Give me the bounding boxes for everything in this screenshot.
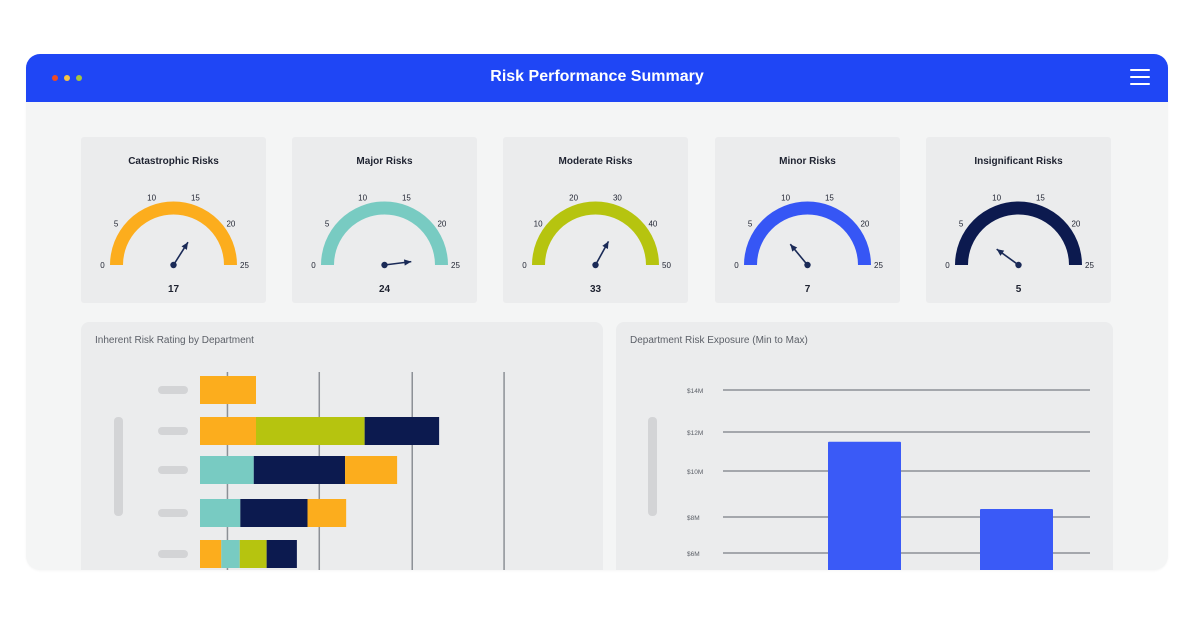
gauge-tick-label: 10	[534, 219, 543, 228]
row-label-placeholder	[158, 386, 188, 394]
title-bar: Risk Performance Summary	[26, 54, 1168, 102]
gauge-pivot	[1015, 261, 1022, 269]
gauge-value: 5	[1016, 284, 1022, 295]
bar-segment	[253, 456, 346, 484]
y-tick-label: $12M	[687, 430, 703, 437]
bar-segment	[364, 417, 440, 445]
y-tick-label: $8M	[687, 515, 700, 522]
gauge-tick-label: 10	[358, 194, 367, 203]
gauge-tick-label: 25	[1085, 261, 1094, 270]
y-tick-label: $10M	[687, 469, 703, 476]
gauge-tick-label: 15	[402, 194, 411, 203]
gauge-arc	[744, 201, 871, 266]
gauge-tick-label: 20	[437, 219, 446, 228]
gauge-tick-label: 30	[613, 194, 622, 203]
gauge-insignificant: 0 5 10 15 20 25 5	[945, 194, 1094, 296]
gauge-value: 17	[168, 284, 180, 295]
exposure-panel: Department Risk Exposure (Min to Max) $1…	[616, 322, 1113, 570]
bar-segment	[266, 540, 297, 568]
gauge-card-minor: Minor Risks 0 5 10 15 20 25 7	[715, 137, 900, 303]
gauge-tick-label: 5	[959, 219, 964, 228]
gauge-tick-label: 50	[662, 261, 671, 270]
hamburger-icon[interactable]	[1130, 69, 1150, 85]
gauge-arc	[955, 201, 1082, 266]
gauge-major: 0 5 10 15 20 25 24	[311, 194, 460, 296]
gauge-minor: 0 5 10 15 20 25 7	[734, 194, 883, 296]
gauge-tick-label: 20	[1071, 219, 1080, 228]
gauge-tick-label: 5	[114, 219, 119, 228]
gauge-value: 7	[805, 284, 811, 295]
exposure-bar	[980, 508, 1053, 570]
bar-segment	[200, 540, 222, 568]
gauge-tick-label: 20	[569, 194, 578, 203]
exposure-bar	[828, 441, 901, 570]
gauge-tick-label: 0	[100, 261, 105, 270]
gauge-pivot	[592, 261, 599, 269]
exposure-chart: $14M $12M $10M $8M $6M	[648, 388, 1090, 570]
gauge-tick-label: 10	[147, 194, 156, 203]
bar-segment	[307, 499, 347, 527]
bar-segment	[345, 456, 398, 484]
gauge-arc	[321, 201, 448, 266]
scrollbar-placeholder	[648, 417, 657, 516]
gauge-tick-label: 15	[1036, 194, 1045, 203]
bar-segment	[256, 417, 365, 445]
gauge-tick-label: 10	[781, 194, 790, 203]
row-label-placeholder	[158, 550, 188, 558]
gauge-needle-head	[996, 249, 1005, 256]
gauge-tick-label: 25	[451, 261, 460, 270]
bar-segment	[200, 499, 241, 527]
y-tick-label: $14M	[687, 388, 703, 395]
gauge-pivot	[381, 261, 388, 269]
gauge-tick-label: 20	[226, 219, 235, 228]
gauge-arc	[110, 201, 237, 266]
bar-segment	[200, 456, 254, 484]
gauge-pivot	[170, 261, 177, 269]
bar-segment	[221, 540, 240, 568]
inherent-risk-panel: Inherent Risk Rating by Department	[81, 322, 603, 570]
bar-segment	[240, 499, 308, 527]
gauge-tick-label: 5	[748, 219, 753, 228]
gauge-tick-label: 15	[825, 194, 834, 203]
gauge-card-moderate: Moderate Risks 0 10 20 30 40 50 33	[503, 137, 688, 303]
gauge-catastrophic: 0 5 10 15 20 25 17	[100, 194, 249, 296]
gauge-card-catastrophic: Catastrophic Risks 0 5 10 15 20 25 17	[81, 137, 266, 303]
row-label-placeholder	[158, 427, 188, 435]
gauge-card-major: Major Risks 0 5 10 15 20 25 24	[292, 137, 477, 303]
gauge-tick-label: 20	[860, 219, 869, 228]
row-label-placeholder	[158, 509, 188, 517]
row-label-placeholder	[158, 466, 188, 474]
gauge-tick-label: 25	[874, 261, 883, 270]
page-title: Risk Performance Summary	[490, 68, 704, 85]
gauge-tick-label: 5	[325, 219, 330, 228]
gauge-tick-label: 40	[648, 219, 657, 228]
bar-segment	[239, 540, 267, 568]
gauge-card-insignificant: Insignificant Risks 0 5 10 15 20 25 5	[926, 137, 1111, 303]
gauge-tick-label: 0	[522, 261, 527, 270]
gauge-tick-label: 10	[992, 194, 1001, 203]
inherent-risk-chart	[114, 372, 505, 570]
gauge-arc	[532, 201, 659, 266]
dashboard-window: Risk Performance Summary Catastrophic Ri…	[26, 54, 1168, 570]
bar-segment	[200, 376, 256, 404]
gauge-value: 33	[590, 284, 602, 295]
gauge-tick-label: 25	[240, 261, 249, 270]
gauge-value: 24	[379, 284, 391, 295]
gauge-tick-label: 15	[191, 194, 200, 203]
gauge-pivot	[804, 261, 811, 269]
gauge-moderate: 0 10 20 30 40 50 33	[522, 194, 671, 296]
gauge-tick-label: 0	[734, 261, 739, 270]
y-tick-label: $6M	[687, 551, 700, 558]
scrollbar-placeholder	[114, 417, 123, 516]
gauge-tick-label: 0	[945, 261, 950, 270]
bar-segment	[200, 417, 256, 445]
gauge-tick-label: 0	[311, 261, 316, 270]
